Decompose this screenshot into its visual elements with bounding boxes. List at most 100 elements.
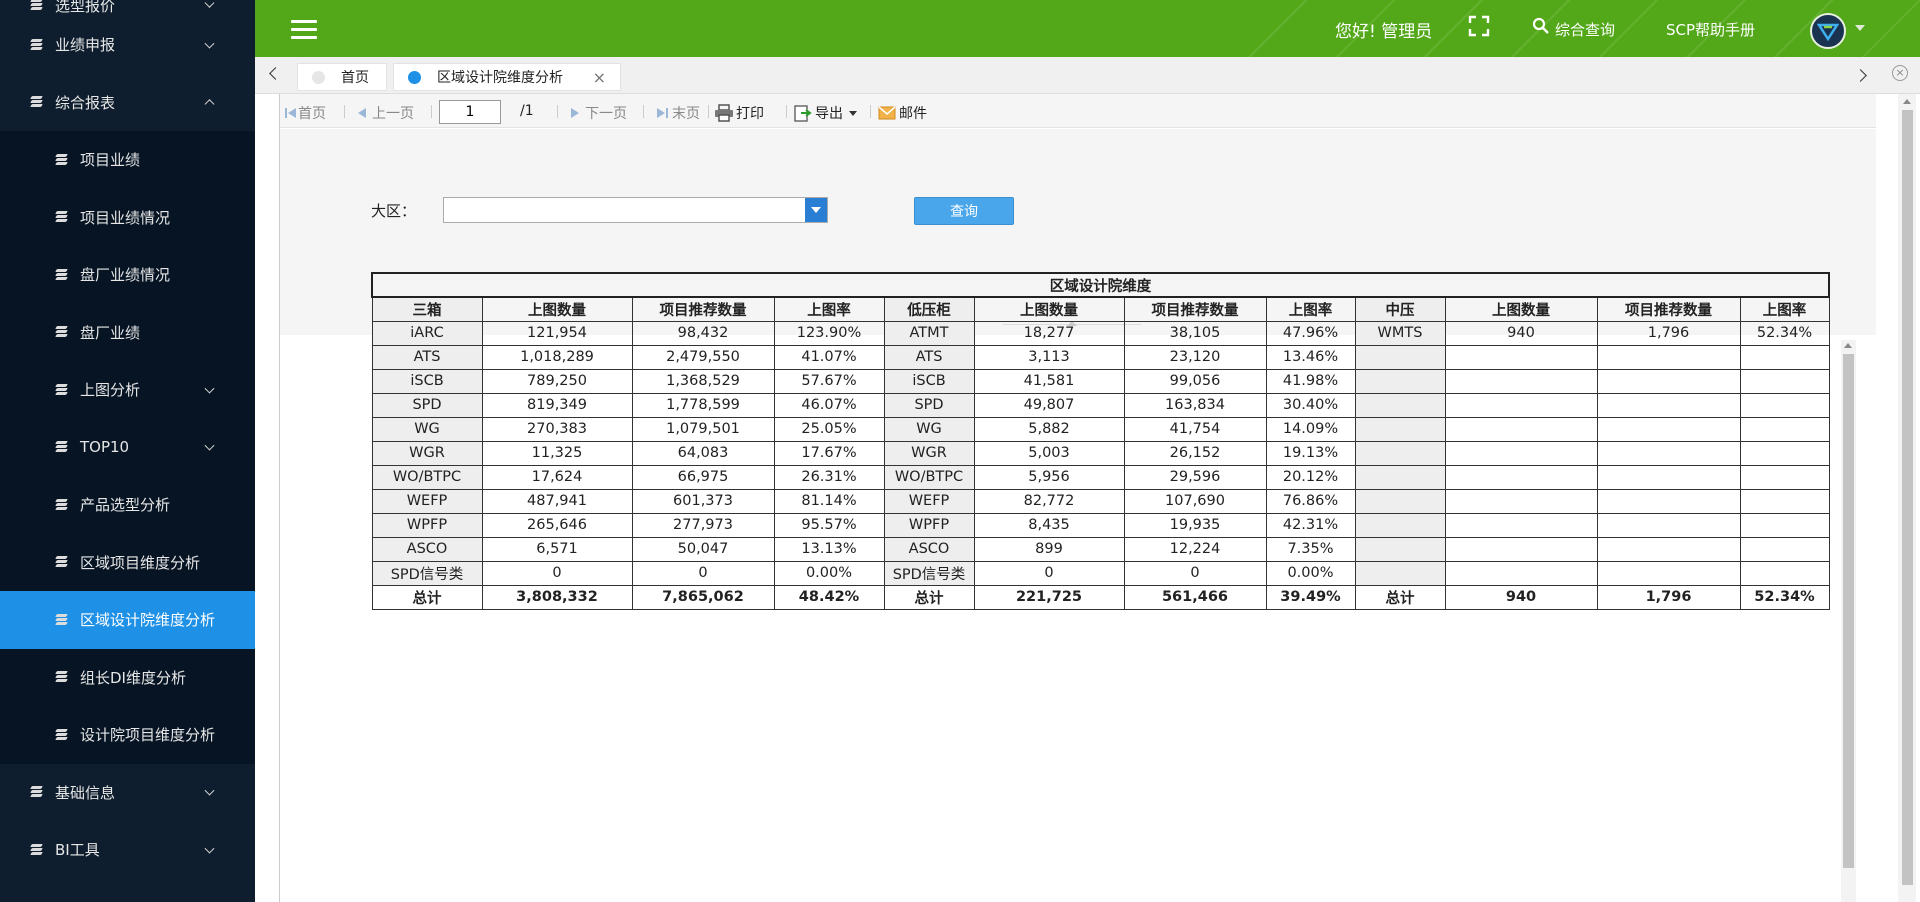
total-cell: 52.34% <box>1739 584 1830 610</box>
table-cell: 17,624 <box>481 464 633 490</box>
mail-button[interactable]: 邮件 <box>878 103 927 123</box>
region-select[interactable] <box>443 197 828 223</box>
table-cell: 49,807 <box>973 392 1125 418</box>
chevron-down-icon[interactable] <box>204 843 215 854</box>
region-dropdown-icon[interactable] <box>805 198 827 222</box>
print-button[interactable]: 打印 <box>714 103 764 123</box>
sidebar-item[interactable]: 区域项目维度分析 <box>0 533 255 591</box>
layers-icon <box>30 786 43 798</box>
first-page-button[interactable]: 首页 <box>284 103 326 123</box>
sidebar-item[interactable]: 产品选型分析 <box>0 476 255 534</box>
tab-home[interactable]: 首页 <box>297 63 387 91</box>
chevron-down-icon[interactable] <box>204 785 215 796</box>
sidebar-item[interactable]: 设计院项目维度分析 <box>0 706 255 764</box>
user-menu-caret-icon[interactable] <box>1855 25 1865 31</box>
layers-icon <box>55 211 68 223</box>
table-cell: 270,383 <box>481 416 633 442</box>
table-row: WO/BTPC 17,624 66,975 26.31% WO/BTPC 5,956 29,… <box>371 464 1830 490</box>
query-button[interactable]: 查询 <box>914 197 1014 225</box>
sidebar-item[interactable]: 盘厂业绩情况 <box>0 246 255 304</box>
table-cell <box>1354 536 1446 562</box>
total-cell: 1,796 <box>1596 584 1741 610</box>
chevron-down-icon[interactable] <box>204 38 215 49</box>
total-cell: 3,808,332 <box>481 584 633 610</box>
report-scrollbar[interactable] <box>1841 340 1856 902</box>
sidebar-item[interactable]: TOP10 <box>0 418 255 476</box>
table-cell <box>1444 560 1598 586</box>
printer-icon <box>715 104 733 122</box>
table-cell: 19,935 <box>1123 512 1267 538</box>
sidebar-item[interactable]: 上图分析 <box>0 361 255 419</box>
table-cell <box>1354 560 1446 586</box>
table-cell: 0 <box>973 560 1125 586</box>
table-cell: 29,596 <box>1123 464 1267 490</box>
sidebar-item[interactable]: 基础信息 <box>0 763 255 821</box>
sidebar-item[interactable]: 组长DI维度分析 <box>0 648 255 706</box>
column-header: 上图率 <box>1265 296 1356 322</box>
tab-scroll-left-icon[interactable] <box>269 67 282 80</box>
sidebar-item[interactable]: 盘厂业绩 <box>0 303 255 361</box>
sidebar-item[interactable]: 业绩申报 <box>0 16 255 74</box>
mail-icon <box>878 106 896 120</box>
table-cell: 1,368,529 <box>631 368 775 394</box>
tab-region-design-institute[interactable]: 区域设计院维度分析 × <box>393 63 621 91</box>
table-row: WPFP 265,646 277,973 95.57% WPFP 8,435 19,935 4… <box>371 512 1830 538</box>
table-cell: 41.07% <box>773 344 885 370</box>
table-cell <box>1596 536 1741 562</box>
user-avatar[interactable] <box>1810 13 1846 49</box>
sidebar-item-label: 组长DI维度分析 <box>80 668 186 687</box>
chevron-up-icon[interactable] <box>204 99 215 110</box>
global-search-link[interactable]: 综合查询 <box>1555 19 1615 40</box>
sidebar-item[interactable]: 项目业绩 <box>0 131 255 189</box>
sidebar-item[interactable]: 综合报表 <box>0 73 255 131</box>
table-cell: 26,152 <box>1123 440 1267 466</box>
column-header: 三箱 <box>371 296 483 322</box>
page-total: /1 <box>520 103 534 119</box>
layers-icon <box>55 326 68 338</box>
menu-toggle-icon[interactable] <box>291 20 317 40</box>
layers-icon <box>55 613 68 626</box>
table-cell: 6,571 <box>481 536 633 562</box>
sidebar-item[interactable]: 区域设计院维度分析 <box>0 591 255 649</box>
fullscreen-icon[interactable] <box>1468 15 1490 37</box>
table-cell <box>1596 560 1741 586</box>
table-cell: 3,113 <box>973 344 1125 370</box>
report-table: 区域设计院维度 三箱 上图数量 项目推荐数量 上图率 低压柜 上图数量 项目推荐数量 上图率 中压… <box>371 272 1830 610</box>
page-scrollbar[interactable] <box>1898 94 1916 902</box>
table-cell: 121,954 <box>481 320 633 346</box>
table-cell: 23,120 <box>1123 344 1267 370</box>
tab-close-icon[interactable]: × <box>593 68 606 87</box>
next-page-button[interactable]: 下一页 <box>569 103 627 123</box>
last-page-label: 末页 <box>672 106 700 122</box>
column-header: 项目推荐数量 <box>631 296 775 322</box>
total-cell: 7,865,062 <box>631 584 775 610</box>
sidebar-item-label: 项目业绩情况 <box>80 208 171 227</box>
column-header: 上图率 <box>1739 296 1830 322</box>
sidebar-item[interactable]: BI工具 <box>0 821 255 879</box>
search-icon[interactable] <box>1532 17 1550 35</box>
table-cell <box>1444 416 1598 442</box>
total-cell: 39.49% <box>1265 584 1356 610</box>
tab-label: 首页 <box>341 70 369 86</box>
export-button[interactable]: 导出 <box>794 103 857 123</box>
sidebar-item[interactable]: 选型报价 <box>0 0 255 16</box>
sidebar-item-label: TOP10 <box>80 438 130 457</box>
tab-dot-icon <box>312 70 325 84</box>
chevron-down-icon[interactable] <box>204 383 215 394</box>
help-manual-link[interactable]: SCP帮助手册 <box>1666 19 1755 40</box>
chevron-down-icon[interactable] <box>204 440 215 451</box>
table-cell: 0.00% <box>773 560 885 586</box>
table-cell: WEFP <box>883 488 975 514</box>
total-cell: 总计 <box>883 584 975 610</box>
sidebar-item[interactable]: 项目业绩情况 <box>0 188 255 246</box>
close-all-tabs-icon[interactable]: × <box>1892 65 1908 81</box>
export-dropdown-icon[interactable] <box>849 110 857 116</box>
table-cell: WO/BTPC <box>371 464 483 490</box>
chevron-down-icon[interactable] <box>204 0 215 8</box>
page-number-input[interactable] <box>439 100 501 124</box>
table-cell: 19.13% <box>1265 440 1356 466</box>
prev-page-button[interactable]: 上一页 <box>356 103 414 123</box>
tab-scroll-right-icon[interactable] <box>1854 69 1867 82</box>
report-frame: 首页 上一页 /1 下一页 末页 打印 导出 <box>279 94 1876 902</box>
last-page-button[interactable]: 末页 <box>655 103 700 123</box>
